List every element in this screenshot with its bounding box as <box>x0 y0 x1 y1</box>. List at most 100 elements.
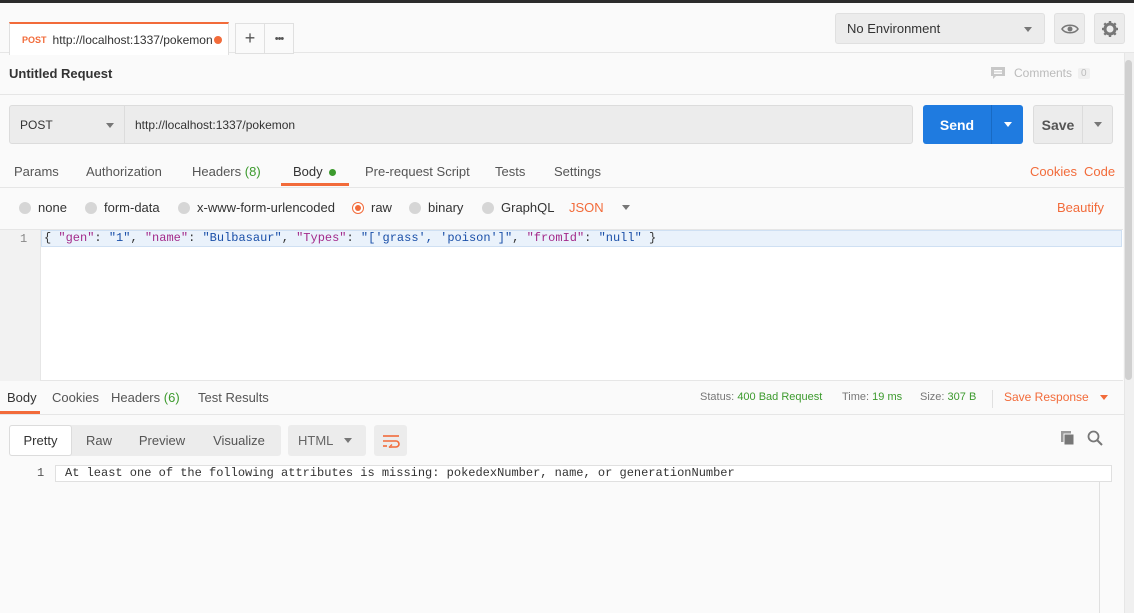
divider <box>0 94 1124 95</box>
code-token: { <box>44 231 59 245</box>
save-response-label: Save Response <box>1004 390 1089 404</box>
environment-select[interactable]: No Environment <box>835 13 1045 44</box>
wrap-lines-button[interactable] <box>374 425 407 456</box>
comments-count: 0 <box>1078 67 1090 79</box>
radio-label: binary <box>428 200 464 215</box>
code-token: : <box>188 231 203 245</box>
chevron-down-icon <box>106 123 114 128</box>
status-value: 400 Bad Request <box>737 391 823 403</box>
tab-settings[interactable]: Settings <box>554 164 601 179</box>
code-token: , <box>130 231 145 245</box>
active-tab-underline <box>281 183 349 186</box>
more-tabs-button[interactable]: ••• <box>264 23 294 54</box>
size-label: Size: <box>920 391 945 403</box>
radio-urlencoded[interactable]: x-www-form-urlencoded <box>178 200 335 215</box>
body-editor[interactable]: 1 { "gen": "1", "name": "Bulbasaur", "Ty… <box>0 229 1123 381</box>
radio-binary[interactable]: binary <box>409 200 463 215</box>
search-icon <box>1087 430 1103 446</box>
view-raw-button[interactable]: Raw <box>72 425 126 456</box>
code-token: , <box>281 231 297 245</box>
code-link[interactable]: Code <box>1084 164 1115 179</box>
response-body-text: At least one of the following attributes… <box>65 466 735 480</box>
body-format-select[interactable]: JSON <box>569 200 630 215</box>
status-info: Status: 400 Bad Request <box>700 391 822 403</box>
method-select[interactable]: POST <box>9 105 125 144</box>
copy-button[interactable] <box>1060 430 1076 449</box>
send-button[interactable]: Send <box>923 105 1023 144</box>
status-divider <box>992 390 993 408</box>
tab-headers-label: Headers <box>192 164 242 179</box>
code-token: "1" <box>108 231 131 245</box>
beautify-link[interactable]: Beautify <box>1057 200 1104 215</box>
response-active-tab-underline <box>0 411 40 414</box>
response-tab-headers-count: (6) <box>163 390 180 405</box>
environment-quick-look-button[interactable] <box>1054 13 1085 44</box>
search-button[interactable] <box>1087 430 1103 449</box>
save-options-button[interactable] <box>1083 122 1112 127</box>
code-token: "null" <box>598 231 642 245</box>
radio-circle-icon <box>85 201 97 214</box>
window-scrollbar-thumb[interactable] <box>1125 60 1132 380</box>
radio-none[interactable]: none <box>19 200 67 215</box>
code-token: "['grass', 'poison']" <box>360 231 513 245</box>
request-tab[interactable]: POST http://localhost:1337/pokemon <box>9 22 229 55</box>
save-button[interactable]: Save <box>1033 105 1113 144</box>
body-mode-row: none form-data x-www-form-urlencoded raw… <box>0 200 1124 220</box>
response-tab-headers[interactable]: Headers (6) <box>111 390 180 405</box>
add-tab-button[interactable]: + <box>235 23 265 54</box>
send-options-button[interactable] <box>992 122 1023 127</box>
save-response-button[interactable]: Save Response <box>1004 390 1109 404</box>
body-format-label: JSON <box>569 200 604 215</box>
response-tab-cookies[interactable]: Cookies <box>52 390 99 405</box>
chevron-down-icon <box>621 205 630 210</box>
comments-button[interactable]: Comments 0 <box>990 66 1090 80</box>
radio-raw[interactable]: raw <box>352 200 392 215</box>
chevron-down-icon <box>1100 395 1109 401</box>
code-token: "gen" <box>58 231 95 245</box>
code-token: } <box>641 231 657 245</box>
tab-params[interactable]: Params <box>14 164 59 179</box>
response-format-select[interactable]: HTML <box>288 425 366 456</box>
response-tab-test-results[interactable]: Test Results <box>198 390 269 405</box>
chevron-down-icon <box>1003 122 1012 127</box>
radio-graphql[interactable]: GraphQL <box>482 200 554 215</box>
send-label: Send <box>939 116 975 133</box>
cookies-link[interactable]: Cookies <box>1030 164 1077 179</box>
request-title: Untitled Request <box>9 66 113 81</box>
comments-label: Comments <box>1014 66 1073 80</box>
editor-gutter <box>0 230 41 381</box>
tab-headers[interactable]: Headers (8) <box>192 164 261 179</box>
tab-pre-request-script[interactable]: Pre-request Script <box>365 164 470 179</box>
status-label: Status: <box>700 391 735 403</box>
tab-authorization[interactable]: Authorization <box>86 164 162 179</box>
size-info: Size: 307 B <box>920 391 976 403</box>
response-tab-headers-label: Headers <box>111 390 161 405</box>
radio-circle-icon <box>409 201 421 214</box>
view-visualize-button[interactable]: Visualize <box>201 425 277 456</box>
tab-tests[interactable]: Tests <box>495 164 525 179</box>
manage-environments-button[interactable] <box>1094 13 1125 44</box>
gear-icon <box>1101 20 1118 37</box>
unsaved-dot-icon <box>214 36 222 44</box>
radio-label: none <box>38 200 67 215</box>
radio-circle-icon <box>19 201 31 214</box>
view-preview-button[interactable]: Preview <box>130 425 194 456</box>
radio-circle-icon <box>482 201 494 214</box>
code-token: , <box>512 231 527 245</box>
size-value: 307 B <box>947 391 977 403</box>
code-token: : <box>584 231 599 245</box>
tab-body[interactable]: Body <box>293 164 337 179</box>
view-pretty-button[interactable]: Pretty <box>9 425 72 456</box>
ellipsis-icon: ••• <box>274 32 285 45</box>
wrap-icon <box>382 434 400 448</box>
editor-code: { "gen": "1", "name": "Bulbasaur", "Type… <box>44 231 656 245</box>
code-token: "Types" <box>296 231 347 245</box>
response-tab-body[interactable]: Body <box>7 390 37 405</box>
url-input[interactable]: http://localhost:1337/pokemon <box>124 105 913 144</box>
code-token: "Bulbasaur" <box>202 231 282 245</box>
radio-label: x-www-form-urlencoded <box>197 200 335 215</box>
radio-form-data[interactable]: form-data <box>85 200 160 215</box>
code-token: "fromId" <box>526 231 585 245</box>
time-label: Time: <box>842 391 870 403</box>
eye-icon <box>1060 23 1079 34</box>
